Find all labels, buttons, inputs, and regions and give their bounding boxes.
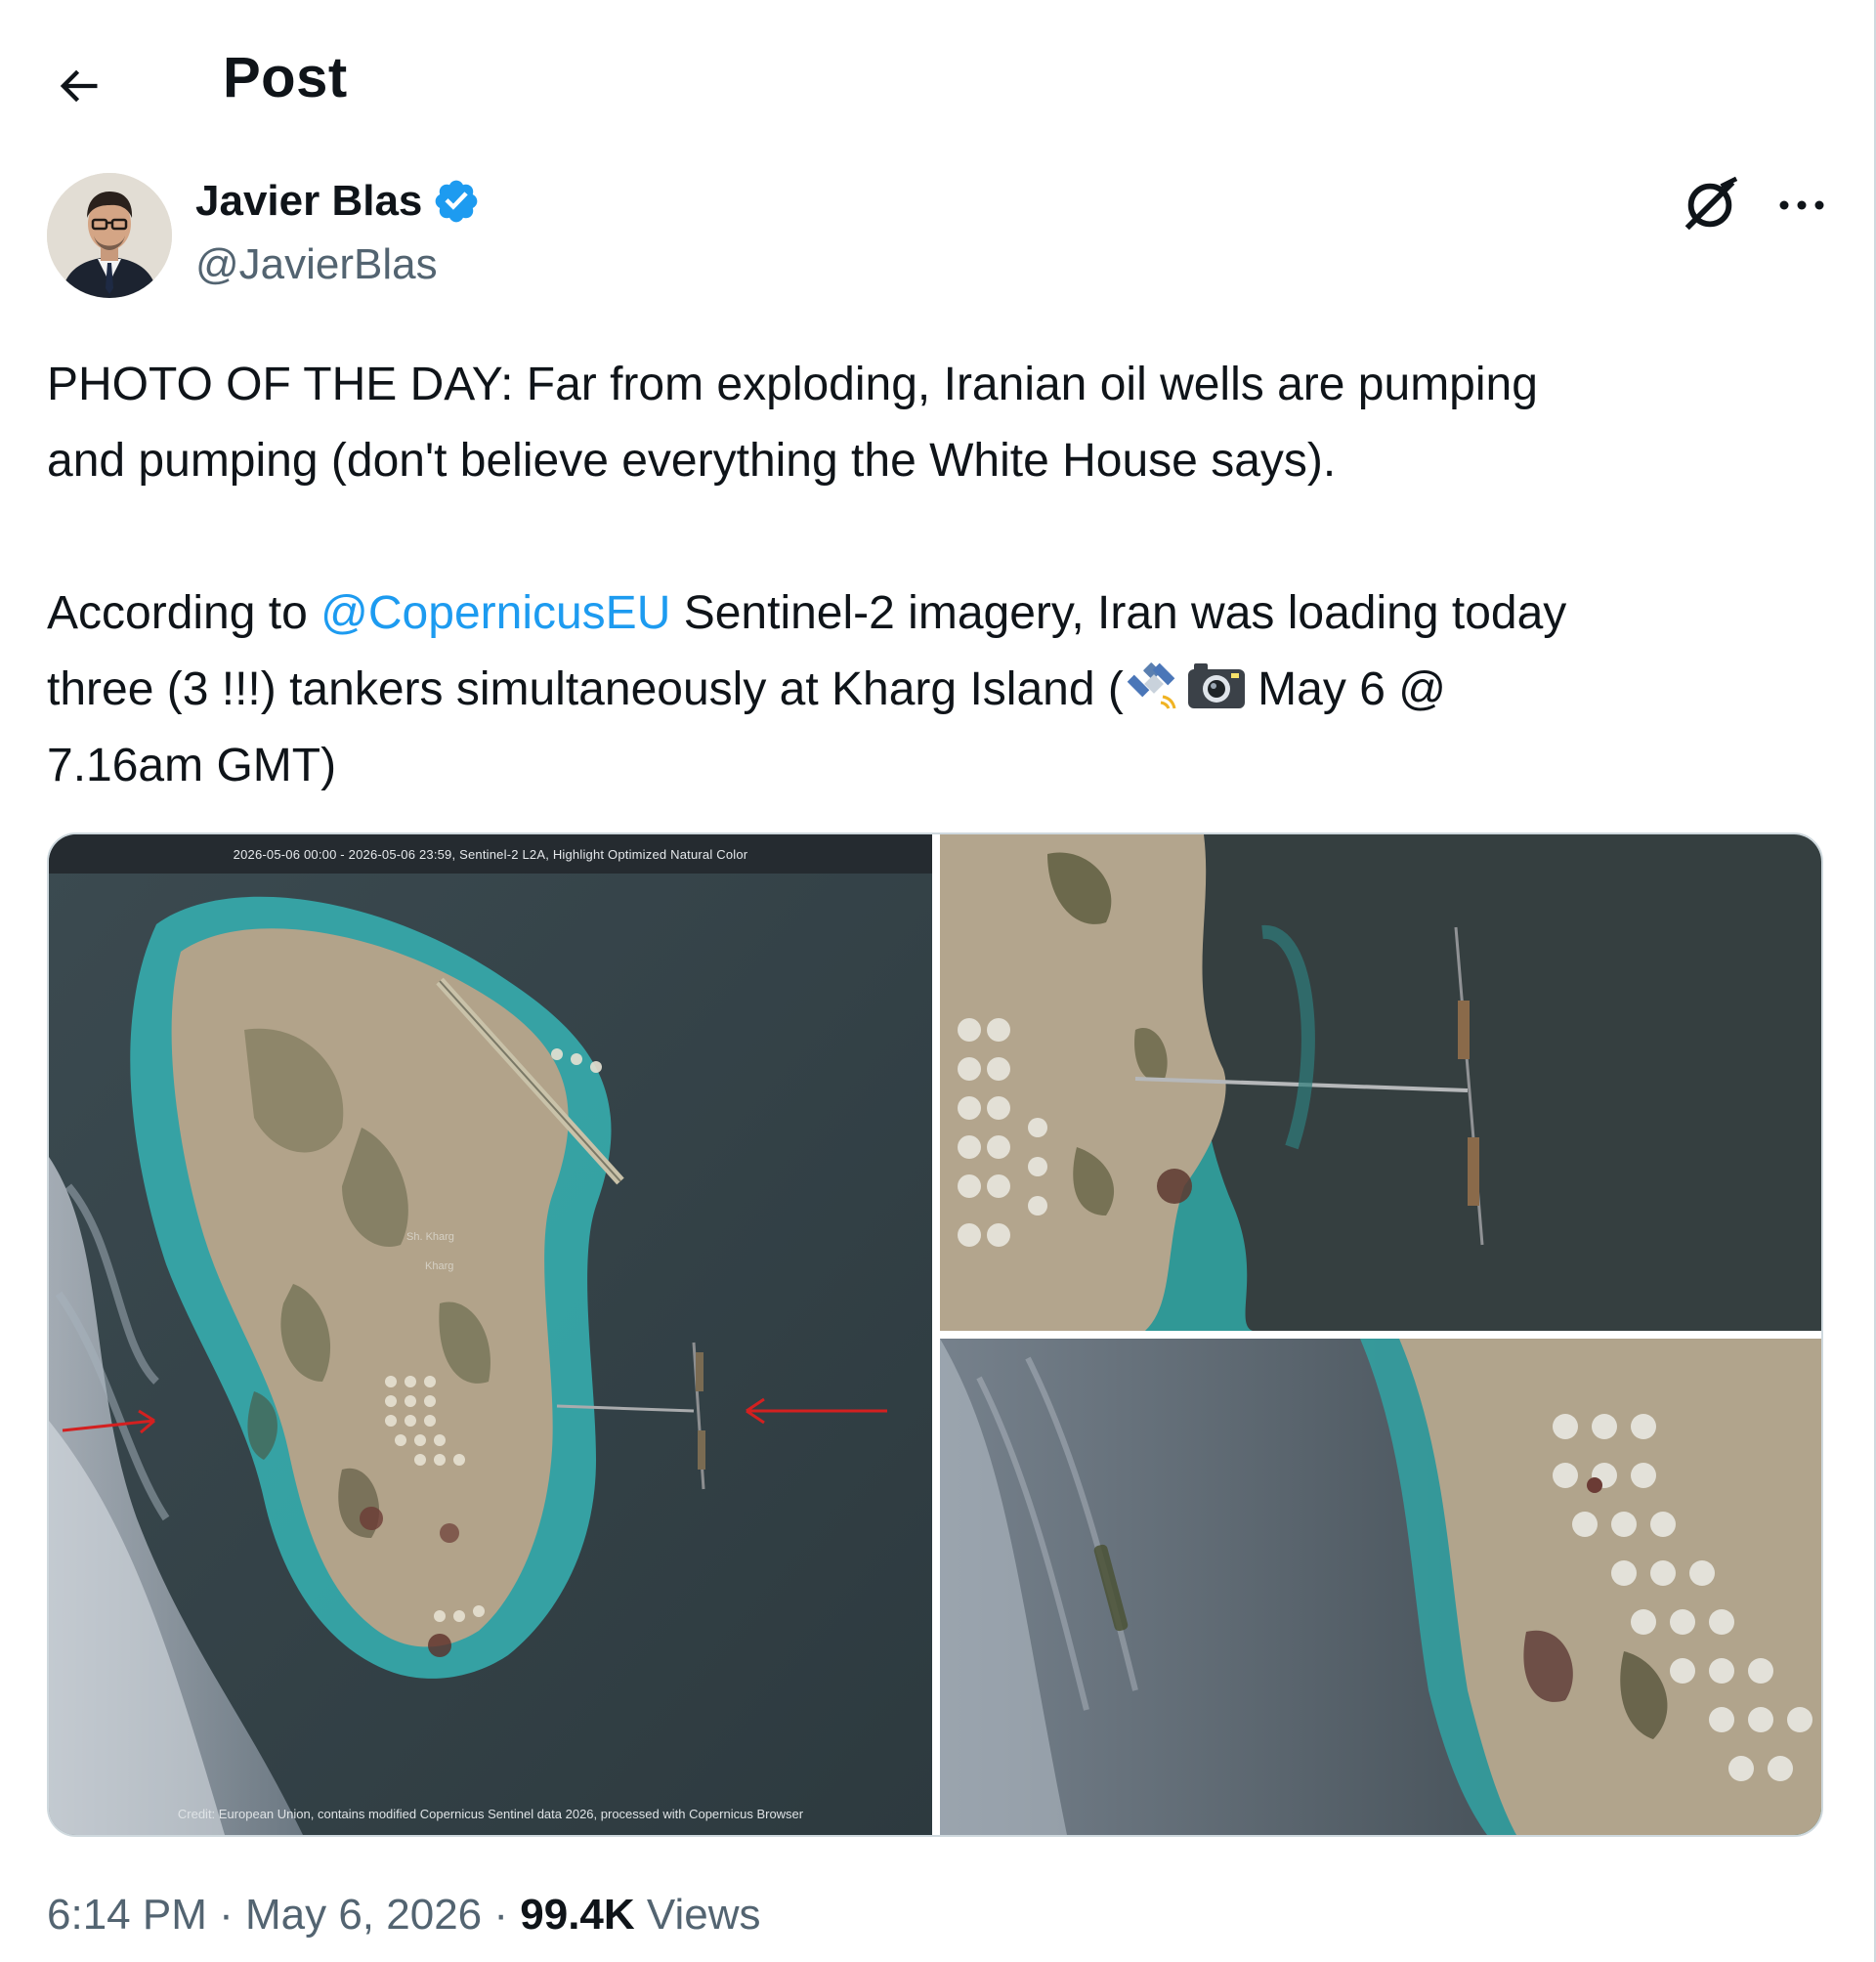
page-title: Post xyxy=(223,46,348,109)
verified-badge-icon[interactable] xyxy=(432,177,481,226)
grok-button[interactable] xyxy=(1677,172,1743,238)
meta-separator: · xyxy=(482,1891,521,1939)
back-button[interactable] xyxy=(47,55,109,117)
post-meta: 6:14 PM · May 6, 2026 · 99.4K Views xyxy=(47,1891,760,1940)
post-header: Post xyxy=(0,0,1874,161)
camera-flash-emoji-icon xyxy=(1184,658,1245,714)
meta-separator: · xyxy=(206,1891,245,1939)
tweet-text: PHOTO OF THE DAY: Far from exploding, Ir… xyxy=(47,347,1835,804)
text-fragment: According to xyxy=(47,587,321,639)
media-grid: Sh. Kharg Kharg 2026-05-06 00:00 - 2026-… xyxy=(47,832,1823,1837)
author-name-text[interactable]: Javier Blas xyxy=(195,177,422,226)
more-horizontal-icon xyxy=(1779,200,1824,210)
image-credit: Credit: European Union, contains modifie… xyxy=(177,1807,804,1821)
satellite-image-jetty[interactable] xyxy=(940,834,1821,1331)
map-label-town: Sh. Kharg xyxy=(406,1231,454,1243)
views-label: Views xyxy=(634,1891,761,1939)
more-options-button[interactable] xyxy=(1769,172,1835,238)
views-count: 99.4K xyxy=(520,1891,635,1939)
tweet-paragraph-2-line-3: 7.16am GMT) xyxy=(47,740,337,791)
tweet-line-1: PHOTO OF THE DAY: Far from exploding, Ir… xyxy=(47,359,1538,410)
text-fragment: Sentinel-2 imagery, Iran was loading tod… xyxy=(670,587,1567,639)
map-label-island: Kharg xyxy=(425,1260,453,1272)
tweet-line-2: and pumping (don't believe everything th… xyxy=(47,435,1337,487)
avatar-image xyxy=(47,173,172,298)
satellite-emoji-icon xyxy=(1124,658,1184,714)
grok-icon xyxy=(1684,176,1738,231)
author-handle[interactable]: @JavierBlas xyxy=(195,240,438,289)
post-date[interactable]: May 6, 2026 xyxy=(245,1891,482,1939)
arrow-left-icon xyxy=(60,69,98,103)
satellite-image-tankfarm[interactable] xyxy=(940,1339,1821,1835)
mention-link[interactable]: @CopernicusEU xyxy=(320,587,670,639)
satellite-image-main[interactable]: Sh. Kharg Kharg 2026-05-06 00:00 - 2026-… xyxy=(49,834,932,1835)
post-time[interactable]: 6:14 PM xyxy=(47,1891,207,1939)
image-caption: 2026-05-06 00:00 - 2026-05-06 23:59, Sen… xyxy=(49,834,932,874)
text-fragment: three (3 !!!) tankers simultaneously at … xyxy=(47,663,1124,715)
text-fragment: May 6 @ xyxy=(1244,663,1446,715)
tweet-paragraph-2: According to @CopernicusEU Sentinel-2 im… xyxy=(47,576,1835,652)
tweet-paragraph-2-line-2: three (3 !!!) tankers simultaneously at … xyxy=(47,652,1835,728)
author-name[interactable]: Javier Blas xyxy=(195,177,481,226)
avatar[interactable] xyxy=(47,173,172,298)
